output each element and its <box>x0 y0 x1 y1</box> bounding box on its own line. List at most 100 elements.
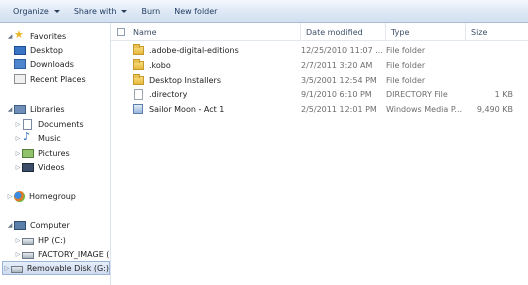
new-folder-button[interactable]: New folder <box>167 2 224 20</box>
file-name-cell: Desktop Installers <box>133 73 299 87</box>
libraries-icon <box>14 104 26 114</box>
star-icon <box>14 28 26 42</box>
nav-label: Computer <box>30 220 70 230</box>
expand-arrow-icon[interactable]: ▷ <box>14 121 22 128</box>
file-name: .kobo <box>149 60 171 70</box>
nav-item-computer[interactable]: ◢ Computer <box>6 218 70 232</box>
file-name-cell: .adobe-digital-editions <box>133 43 299 57</box>
expand-arrow-icon[interactable]: ▷ <box>3 265 11 272</box>
column-header-date-modified[interactable]: Date modified <box>301 23 386 41</box>
collapse-arrow-icon[interactable]: ◢ <box>6 222 14 229</box>
nav-label: Recent Places <box>30 74 86 84</box>
nav-label: Documents <box>38 119 84 129</box>
nav-label: Homegroup <box>29 191 76 201</box>
expand-arrow-icon[interactable]: ▷ <box>14 150 22 157</box>
pictures-icon <box>22 148 34 158</box>
file-size: 9,490 KB <box>476 104 513 114</box>
file-name: .adobe-digital-editions <box>149 45 239 55</box>
nav-label: Downloads <box>30 59 74 69</box>
nav-item-videos[interactable]: ▷ Videos <box>14 160 65 174</box>
expand-arrow-icon[interactable]: ▷ <box>14 237 22 244</box>
table-row[interactable]: .directory 9/1/2010 6:10 PM DIRECTORY Fi… <box>111 87 528 101</box>
videos-icon <box>22 162 34 172</box>
nav-item-music[interactable]: ▷ Music <box>14 130 61 145</box>
nav-label: FACTORY_IMAGE (D <box>38 249 111 259</box>
chevron-down-icon <box>121 9 128 13</box>
nav-label: Libraries <box>30 104 65 114</box>
file-size <box>466 73 513 87</box>
file-list-pane: Name Date modified Type Size .adobe-digi… <box>111 23 528 285</box>
expand-arrow-icon[interactable]: ▷ <box>14 251 22 258</box>
file-size <box>466 58 513 72</box>
burn-button[interactable]: Burn <box>134 2 167 20</box>
nav-item-desktop[interactable]: Desktop <box>14 43 63 57</box>
downloads-icon <box>14 59 26 69</box>
expand-arrow-icon[interactable]: ▷ <box>6 193 14 200</box>
nav-label: Music <box>38 133 61 143</box>
collapse-arrow-icon[interactable]: ◢ <box>6 33 14 40</box>
documents-icon <box>23 118 32 130</box>
collapse-arrow-icon[interactable]: ◢ <box>6 106 14 113</box>
file-size <box>466 43 513 57</box>
file-name: Desktop Installers <box>149 75 221 85</box>
nav-item-pictures[interactable]: ▷ Pictures <box>14 146 70 160</box>
column-label: Type <box>391 27 410 37</box>
nav-item-hp-c[interactable]: ▷ HP (C:) <box>14 233 66 247</box>
file-date: 3/5/2001 12:54 PM <box>301 75 377 85</box>
nav-item-removable-disk[interactable]: ▷ Removable Disk (G:) <box>2 261 110 275</box>
nav-label: Desktop <box>30 45 63 55</box>
column-label: Name <box>133 27 157 37</box>
share-with-label: Share with <box>73 6 117 16</box>
hard-drive-icon <box>22 237 34 245</box>
navigation-pane: ◢ Favorites Desktop Downloads Recent Pla… <box>0 23 111 285</box>
nav-item-recent-places[interactable]: Recent Places <box>14 72 86 86</box>
organize-label: Organize <box>13 6 49 16</box>
chevron-down-icon <box>53 9 60 13</box>
file-date: 9/1/2010 6:10 PM <box>301 89 372 99</box>
share-with-button[interactable]: Share with <box>67 2 135 20</box>
homegroup-icon <box>14 190 25 202</box>
removable-disk-icon <box>10 265 23 273</box>
file-name: Sailor Moon - Act 1 <box>149 104 225 114</box>
expand-arrow-icon[interactable]: ▷ <box>14 164 22 171</box>
organize-button[interactable]: Organize <box>6 2 67 20</box>
column-label: Size <box>471 27 488 37</box>
nav-label: Videos <box>38 162 65 172</box>
file-name: .directory <box>149 89 188 99</box>
nav-label: Favorites <box>30 31 67 41</box>
table-row[interactable]: Sailor Moon - Act 1 2/5/2011 12:01 PM Wi… <box>111 102 528 116</box>
nav-label: HP (C:) <box>38 235 66 245</box>
table-row[interactable]: .adobe-digital-editions 12/25/2010 11:07… <box>111 43 528 57</box>
nav-item-downloads[interactable]: Downloads <box>14 57 74 71</box>
column-header-type[interactable]: Type <box>386 23 466 41</box>
nav-item-favorites[interactable]: ◢ Favorites <box>6 28 67 43</box>
music-icon <box>22 130 34 144</box>
file-type: DIRECTORY File <box>386 89 448 99</box>
file-date: 2/7/2011 3:20 AM <box>301 60 373 70</box>
column-header-name[interactable]: Name <box>128 23 301 41</box>
recent-places-icon <box>14 74 26 84</box>
table-row[interactable]: .kobo 2/7/2011 3:20 AM File folder <box>111 58 528 72</box>
burn-label: Burn <box>141 6 161 16</box>
select-all-checkbox[interactable] <box>117 28 125 36</box>
column-header-size[interactable]: Size <box>466 23 528 41</box>
column-label: Date modified <box>306 27 363 37</box>
table-row[interactable]: Desktop Installers 3/5/2001 12:54 PM Fil… <box>111 73 528 87</box>
file-name-cell: Sailor Moon - Act 1 <box>133 102 299 116</box>
new-folder-label: New folder <box>174 6 218 16</box>
nav-item-homegroup[interactable]: ▷ Homegroup <box>6 189 76 203</box>
file-name-cell: .kobo <box>133 58 299 72</box>
file-size: 1 KB <box>494 89 513 99</box>
nav-label: Removable Disk (G:) <box>26 263 109 273</box>
folder-icon <box>133 43 144 55</box>
expand-arrow-icon[interactable]: ▷ <box>14 135 22 142</box>
file-icon <box>134 88 143 100</box>
file-type: Windows Media P... <box>386 104 463 114</box>
file-date: 12/25/2010 11:07 ... <box>301 45 383 55</box>
nav-label: Pictures <box>38 148 70 158</box>
nav-item-factory-image[interactable]: ▷ FACTORY_IMAGE (D <box>14 247 111 261</box>
folder-icon <box>133 73 144 85</box>
nav-item-libraries[interactable]: ◢ Libraries <box>6 102 65 116</box>
media-file-icon <box>133 104 143 114</box>
hard-drive-icon <box>22 251 34 259</box>
